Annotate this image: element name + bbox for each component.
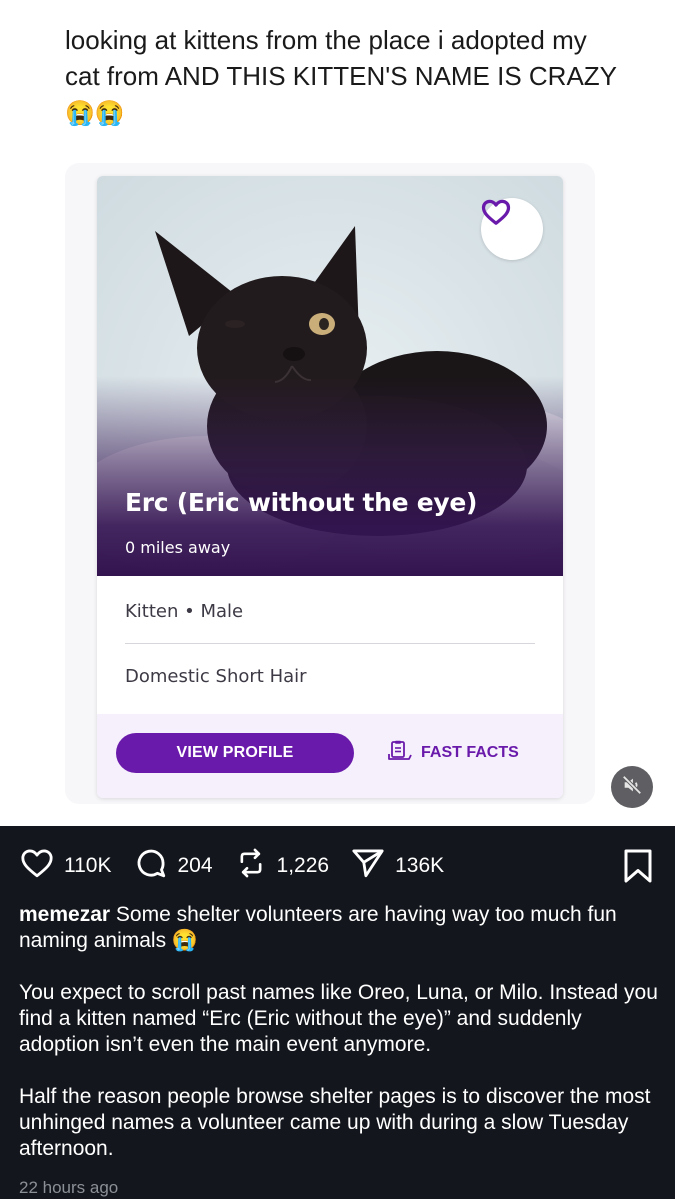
pet-distance: 0 miles away [125,538,231,557]
post-timestamp: 22 hours ago [19,1178,119,1197]
media-area: looking at kittens from the place i adop… [0,0,675,826]
caption-emoji: 😭😭 [65,100,125,127]
divider [125,643,535,644]
share-button[interactable]: 136K [351,847,444,885]
fast-facts-label: FAST FACTS [421,744,519,761]
repost-icon [235,846,267,886]
comment-button[interactable]: 204 [134,846,213,886]
speaker-muted-icon [621,774,643,801]
description-emoji: 😭 [171,929,199,952]
description-line1: memezar Some shelter volunteers are havi… [19,902,659,954]
send-icon [351,847,385,885]
repost-button[interactable]: 1,226 [235,846,330,886]
caption-text: looking at kittens from the place i adop… [65,25,617,91]
description-paragraph-3: Half the reason people browse shelter pa… [19,1085,651,1160]
like-count: 110K [64,854,112,877]
share-count: 136K [395,854,445,877]
bookmark-icon [623,849,653,888]
card-actions: VIEW PROFILE FAST FACTS [97,714,563,798]
like-button[interactable]: 110K [20,847,112,885]
mute-button[interactable] [611,766,653,808]
heart-outline-icon [20,847,54,885]
pet-breed: Domestic Short Hair [125,666,307,687]
clipboard-icon [387,740,413,767]
post-footer: 110K 204 1,226 136K memezar Some shelter… [0,826,675,1199]
comment-count: 204 [177,854,213,877]
pet-name: Erc (Eric without the eye) [125,488,478,517]
embedded-screenshot: Erc (Eric without the eye) 0 miles away … [65,163,595,804]
fast-facts-button[interactable]: FAST FACTS [387,733,519,773]
username[interactable]: memezar [19,903,110,926]
comment-bubble-icon [134,846,168,886]
pet-photo[interactable]: Erc (Eric without the eye) 0 miles away [97,176,563,576]
post-description: memezar Some shelter volunteers are havi… [19,902,659,1162]
description-paragraph-2: You expect to scroll past names like Ore… [19,981,658,1056]
save-button[interactable] [623,848,653,889]
view-profile-button[interactable]: VIEW PROFILE [116,733,354,773]
pet-card[interactable]: Erc (Eric without the eye) 0 miles away … [97,176,563,798]
pet-age-sex: Kitten • Male [125,601,244,622]
engagement-bar: 110K 204 1,226 136K [20,846,466,886]
favorite-button[interactable] [481,198,543,260]
post-caption: looking at kittens from the place i adop… [65,22,625,132]
repost-count: 1,226 [276,854,330,877]
